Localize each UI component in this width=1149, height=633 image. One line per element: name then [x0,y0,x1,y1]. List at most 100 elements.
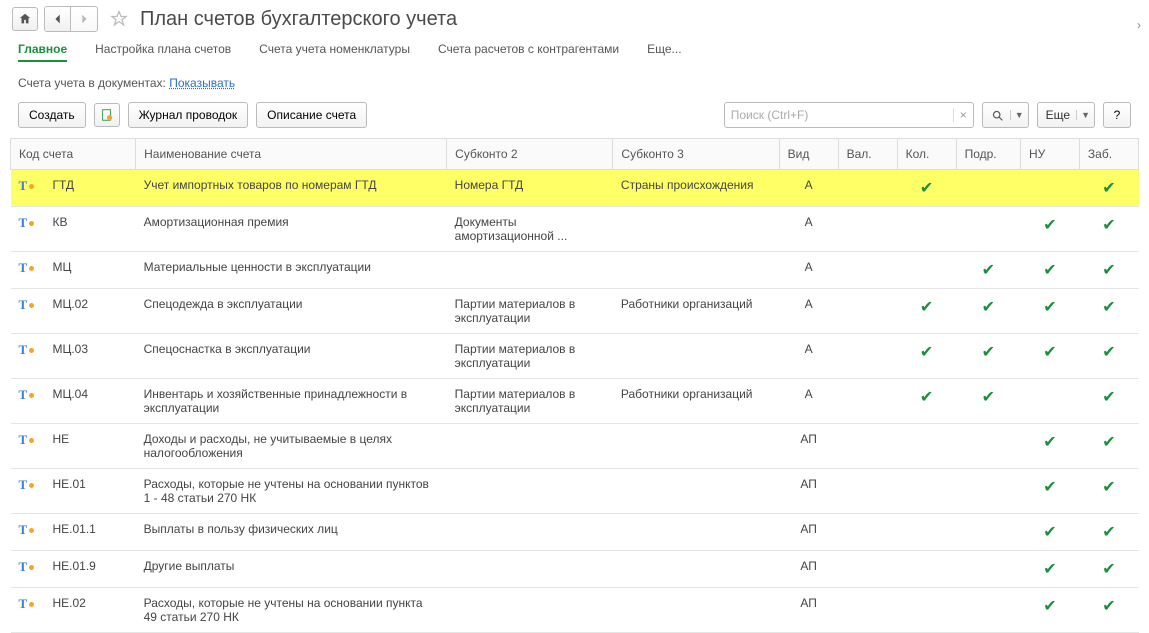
col-vid[interactable]: Вид [779,139,838,170]
cell-name: Спецодежда в эксплуатации [136,289,447,334]
cell-vid: АП [779,469,838,514]
expand-icon[interactable]: › [1137,18,1141,32]
check-icon: ✔ [1102,479,1115,496]
check-icon: ✔ [1043,479,1056,496]
table-row[interactable]: T МЦ.04Инвентарь и хозяйственные принадле… [11,379,1139,424]
table-row[interactable]: TГТДУчет импортных товаров по номерам ГТ… [11,170,1139,207]
cell-nu: ✔ [1020,289,1079,334]
search-clear-icon[interactable]: × [953,108,973,122]
cell-code: МЦ [44,252,135,289]
tab-item[interactable]: Счета учета номенклатуры [259,42,410,62]
cell-zab: ✔ [1079,207,1138,252]
cell-code: МЦ.04 [44,379,135,424]
cell-sub2: Номера ГТД [447,170,613,207]
check-icon: ✔ [920,344,933,361]
cell-sub2 [447,424,613,469]
check-icon: ✔ [1102,299,1115,316]
col-kol[interactable]: Кол. [897,139,956,170]
cell-name: Материальные ценности в эксплуатации [136,252,447,289]
search-dropdown-button[interactable]: ▼ [982,102,1029,128]
action-icon-button[interactable] [94,103,120,127]
description-button[interactable]: Описание счета [256,102,367,128]
cell-nu: ✔ [1020,469,1079,514]
cell-vid: АП [779,588,838,633]
cell-nu [1020,170,1079,207]
page-title: План счетов бухгалтерского учета [140,8,457,31]
journal-button[interactable]: Журнал проводок [128,102,249,128]
more-button[interactable]: Еще ▼ [1037,102,1095,128]
col-val[interactable]: Вал. [838,139,897,170]
forward-button[interactable] [71,7,97,31]
cell-name: Другие выплаты [136,551,447,588]
account-type-icon: T [19,432,35,448]
table-row[interactable]: TМЦМатериальные ценности в эксплуатацииА… [11,252,1139,289]
create-button[interactable]: Создать [18,102,86,128]
cell-sub2: Партии материалов в эксплуатации [447,379,613,424]
cell-vid: АП [779,424,838,469]
cell-sub2 [447,514,613,551]
cell-kol [897,252,956,289]
table-row[interactable]: TНЕ.01Расходы, которые не учтены на осно… [11,469,1139,514]
cell-vid: А [779,252,838,289]
cell-val [838,424,897,469]
tab-item[interactable]: Еще... [647,42,681,62]
check-icon: ✔ [982,299,995,316]
cell-name: Инвентарь и хозяйственные принадлежности… [136,379,447,424]
col-nu[interactable]: НУ [1020,139,1079,170]
account-type-icon: T [19,215,35,231]
cell-podr [956,588,1020,633]
cell-val [838,379,897,424]
favorite-star-icon[interactable] [108,8,130,30]
table-row[interactable]: TНЕ.01.1Выплаты в пользу физических лицА… [11,514,1139,551]
tab-item[interactable]: Главное [18,42,67,62]
help-button[interactable]: ? [1103,102,1131,128]
account-type-icon: T [19,522,35,538]
check-icon: ✔ [982,262,995,279]
tab-item[interactable]: Счета расчетов с контрагентами [438,42,619,62]
account-type-icon: T [19,178,35,194]
col-code[interactable]: Код счета [11,139,136,170]
table-row[interactable]: TМЦ.03Спецоснастка в эксплуатацииПартии … [11,334,1139,379]
table-row[interactable]: TКВАмортизационная премияДокументы аморт… [11,207,1139,252]
cell-vid: А [779,289,838,334]
table-row[interactable]: TНЕ.02Расходы, которые не учтены на осно… [11,588,1139,633]
home-button[interactable] [12,7,38,31]
check-icon: ✔ [1102,598,1115,615]
check-icon: ✔ [1043,299,1056,316]
check-icon: ✔ [1102,434,1115,451]
search-input[interactable] [725,108,953,122]
cell-kol: ✔ [897,170,956,207]
cell-kol [897,588,956,633]
accounts-table: Код счета Наименование счета Субконто 2 … [10,138,1139,633]
cell-val [838,514,897,551]
cell-nu: ✔ [1020,334,1079,379]
cell-vid: АП [779,551,838,588]
check-icon: ✔ [1043,217,1056,234]
check-icon: ✔ [1102,524,1115,541]
account-type-icon: T [19,387,35,403]
table-row[interactable]: TНЕ.01.9Другие выплатыАП✔✔ [11,551,1139,588]
cell-kol [897,424,956,469]
search-box[interactable]: × [724,102,974,128]
col-sub2[interactable]: Субконто 2 [447,139,613,170]
table-row[interactable]: TМЦ.02Спецодежда в эксплуатацииПартии ма… [11,289,1139,334]
show-accounts-link[interactable]: Показывать [169,76,235,90]
col-podr[interactable]: Подр. [956,139,1020,170]
col-zab[interactable]: Заб. [1079,139,1138,170]
cell-code: МЦ.02 [44,289,135,334]
table-row[interactable]: TНЕДоходы и расходы, не учитываемые в це… [11,424,1139,469]
check-icon: ✔ [1043,434,1056,451]
tab-item[interactable]: Настройка плана счетов [95,42,231,62]
cell-kol: ✔ [897,379,956,424]
col-sub3[interactable]: Субконто 3 [613,139,779,170]
cell-podr [956,469,1020,514]
cell-podr [956,170,1020,207]
cell-name: Расходы, которые не учтены на основании … [136,588,447,633]
cell-vid: А [779,379,838,424]
back-button[interactable] [45,7,71,31]
cell-podr [956,207,1020,252]
cell-val [838,469,897,514]
cell-zab: ✔ [1079,334,1138,379]
cell-name: Учет импортных товаров по номерам ГТД [136,170,447,207]
col-name[interactable]: Наименование счета [136,139,447,170]
